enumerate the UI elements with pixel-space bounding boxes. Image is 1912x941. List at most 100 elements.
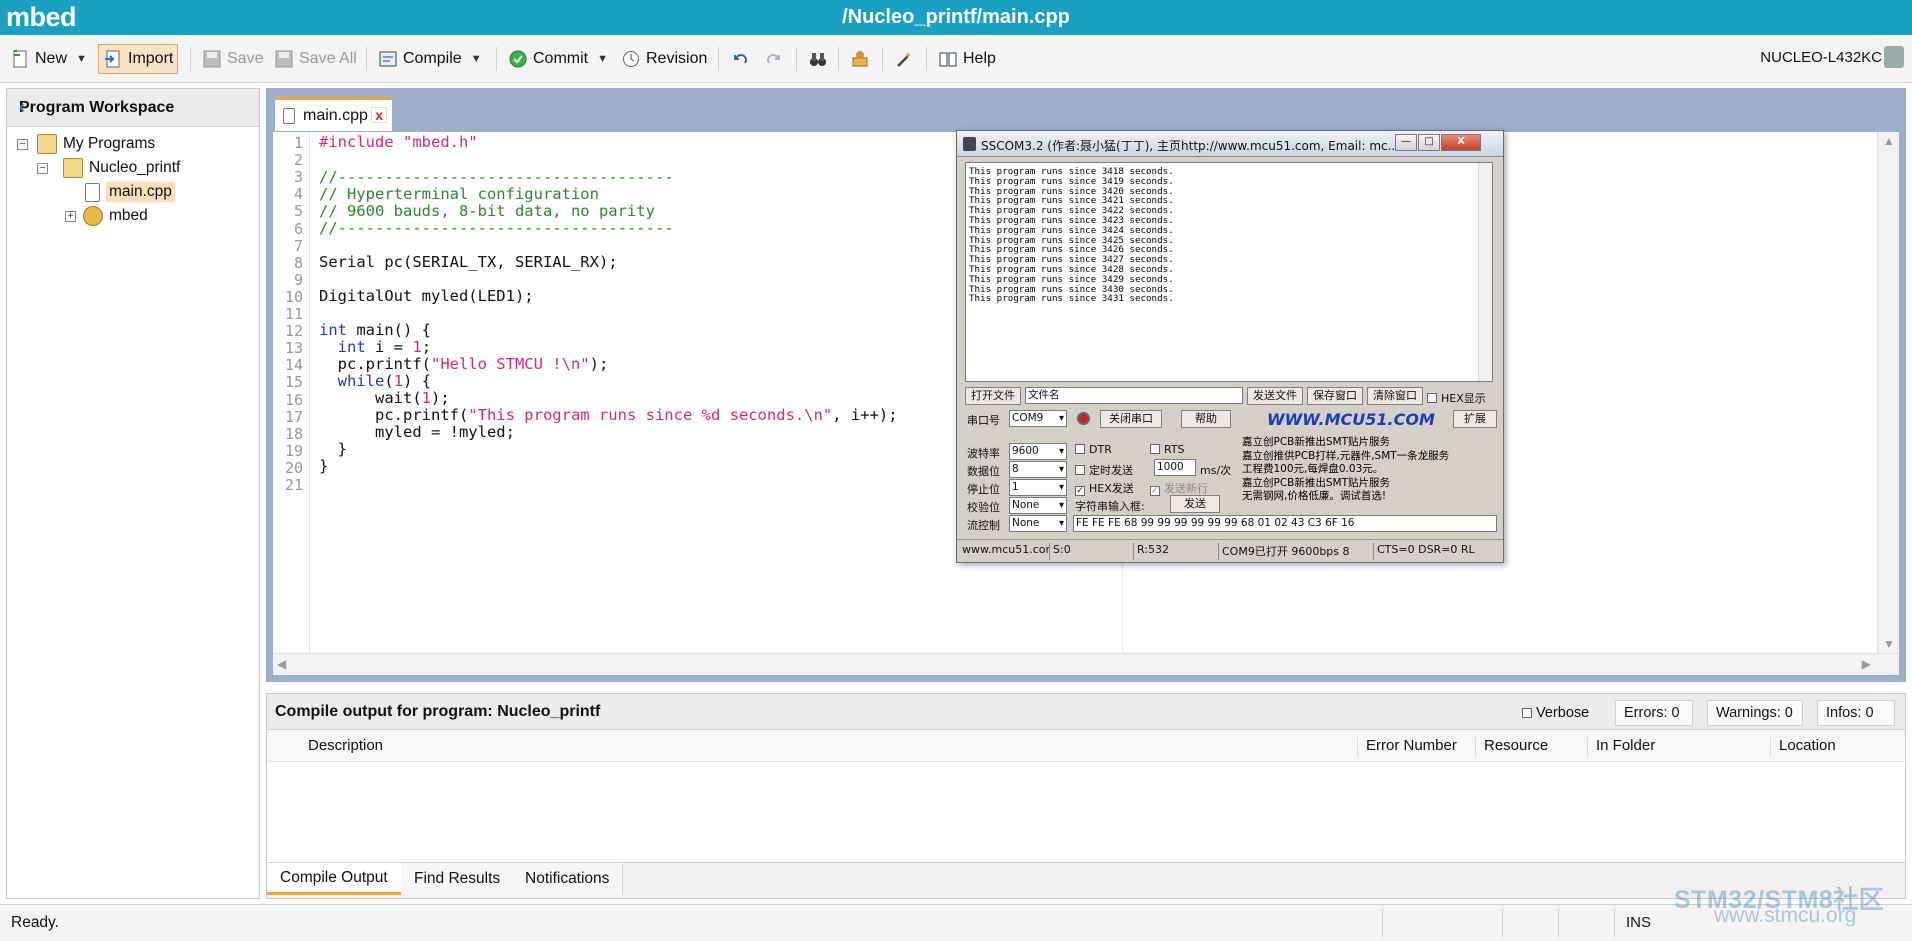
port-select[interactable]: COM9 [1009, 410, 1067, 427]
column-location[interactable]: Location [1770, 737, 1836, 757]
tab-compile-output[interactable]: Compile Output [267, 863, 402, 895]
toolbar-divider [190, 47, 191, 71]
ad-text: 嘉立创PCB新推出SMT贴片服务 嘉立创推供PCB打样,元器件,SMT一条龙服务… [1242, 436, 1450, 502]
chevron-down-icon[interactable]: ▼ [597, 53, 608, 65]
scroll-down-icon[interactable]: ▼ [1883, 637, 1895, 651]
verbose-checkbox[interactable]: Verbose [1514, 700, 1604, 726]
close-tab-icon[interactable]: x [371, 107, 387, 123]
scroll-up-icon[interactable]: ▲ [1883, 134, 1895, 148]
tab-find-results[interactable]: Find Results [401, 863, 515, 895]
line-number: 6 [293, 219, 303, 238]
commit-button[interactable]: Commit ▼ [504, 44, 612, 74]
timed-send-checkbox[interactable]: 定时发送 [1075, 462, 1133, 478]
line-number: 7 [293, 236, 303, 255]
find-button[interactable] [804, 44, 832, 74]
tree-item-program[interactable]: Nucleo_printf [63, 158, 180, 178]
cpp-file-icon [283, 107, 295, 124]
send-file-button[interactable]: 发送文件 [1247, 387, 1303, 405]
wand-button[interactable] [890, 44, 918, 74]
code-line: //------------------------------------ [319, 168, 674, 186]
hex-send-checkbox[interactable]: ✓ HEX发送 [1075, 480, 1134, 496]
warnings-count[interactable]: Warnings: 0 [1707, 700, 1803, 726]
errors-count[interactable]: Errors: 0 [1615, 700, 1693, 726]
help-button[interactable]: Help [934, 44, 1000, 74]
board-icon[interactable] [1884, 46, 1904, 68]
tree-item-main-cpp[interactable]: main.cpp [85, 182, 175, 202]
column-in-folder[interactable]: In Folder [1587, 737, 1655, 757]
output-columns: Description Error Number Resource In Fol… [267, 730, 1905, 762]
compile-output-panel: Compile output for program: Nucleo_print… [266, 693, 1906, 899]
status-text: Ready. [11, 914, 59, 931]
app-icon [963, 137, 976, 151]
maximize-icon[interactable]: □ [1418, 134, 1440, 151]
tree-item-mbed-lib[interactable]: mbed [83, 206, 148, 226]
line-number: 16 [284, 390, 303, 409]
compile-icon [378, 49, 398, 69]
new-button[interactable]: New ▼ [6, 44, 91, 74]
hex-display-checkbox[interactable]: HEX显示 [1427, 390, 1486, 406]
revision-button[interactable]: Revision [617, 44, 711, 74]
board-name[interactable]: NUCLEO-L432KC [1760, 49, 1882, 66]
minimize-icon[interactable]: — [1395, 134, 1417, 151]
chevron-down-icon[interactable]: ▼ [76, 53, 87, 65]
baud-select[interactable]: 9600 [1009, 443, 1067, 460]
site-link[interactable]: WWW.MCU51.COM [1267, 410, 1435, 429]
help-button[interactable]: 帮助 [1181, 410, 1231, 428]
output-header: Compile output for program: Nucleo_print… [267, 694, 1905, 730]
status-port: COM9已打开 9600bps 8 [1218, 543, 1350, 560]
chevron-down-icon[interactable]: ▼ [471, 53, 482, 65]
tree-item-my-programs[interactable]: My Programs [37, 134, 155, 154]
infos-count[interactable]: Infos: 0 [1817, 700, 1895, 726]
close-port-button[interactable]: 关闭串口 [1100, 410, 1162, 428]
line-number: 2 [293, 151, 303, 170]
toolbar-divider [882, 47, 883, 71]
flow-select[interactable]: None [1009, 515, 1067, 532]
column-error-number[interactable]: Error Number [1357, 737, 1457, 757]
undo-button[interactable] [726, 44, 754, 74]
line-number: 15 [284, 373, 303, 392]
rts-checkbox[interactable]: RTS [1150, 443, 1185, 456]
send-data-input[interactable]: FE FE FE 68 99 99 99 99 99 99 68 01 02 4… [1073, 515, 1497, 532]
save-all-button[interactable]: Save All [270, 44, 361, 74]
file-name-input[interactable]: 文件名 [1025, 387, 1243, 404]
vertical-scrollbar[interactable]: ▲ ▼ [1877, 132, 1899, 653]
open-file-button[interactable]: 打开文件 [965, 387, 1021, 405]
horizontal-scrollbar[interactable]: ◀ ▶ [273, 653, 1899, 675]
stop-bits-select[interactable]: 1 [1009, 479, 1067, 496]
undo-icon [730, 49, 750, 69]
send-button[interactable]: 发送 [1170, 495, 1220, 513]
send-newline-checkbox[interactable]: ✓ 发送新行 [1150, 480, 1208, 496]
line-number: 3 [293, 168, 303, 187]
baud-label: 波特率 [967, 447, 1000, 460]
expand-button[interactable]: 扩展 [1453, 410, 1497, 428]
collapse-toggle[interactable]: − [37, 163, 48, 174]
receive-scrollbar[interactable] [1478, 163, 1492, 381]
line-gutter: 1 2 3 4 5 6 7 8 9 10 11 12 13 14 15 16 17 18 19 20 21 [273, 132, 310, 653]
receive-area[interactable]: This program runs since 3418 seconds. Thi… [965, 162, 1493, 382]
compile-button[interactable]: Compile ▼ [374, 44, 486, 74]
format-button[interactable] [846, 44, 874, 74]
toolbar: New ▼ Import Save Save All Compile ▼ Commi… [0, 35, 1912, 83]
close-icon[interactable]: X [1441, 134, 1481, 151]
commit-icon [508, 49, 528, 69]
save-window-button[interactable]: 保存窗口 [1307, 387, 1363, 405]
save-button[interactable]: Save [198, 44, 267, 74]
scroll-right-icon[interactable]: ▶ [1862, 657, 1871, 671]
code-line: Serial pc(SERIAL_TX, SERIAL_RX); [319, 253, 618, 271]
data-bits-select[interactable]: 8 [1009, 461, 1067, 478]
parity-select[interactable]: None [1009, 497, 1067, 514]
clear-window-button[interactable]: 清除窗口 [1367, 387, 1423, 405]
tab-notifications[interactable]: Notifications [512, 863, 624, 895]
collapse-toggle[interactable]: − [17, 139, 28, 150]
dtr-checkbox[interactable]: DTR [1075, 443, 1112, 456]
column-description[interactable]: Description [300, 737, 383, 757]
redo-button[interactable] [760, 44, 788, 74]
tab-main-cpp[interactable]: main.cpp x [275, 97, 392, 131]
collapse-icon[interactable]: ‹ [19, 97, 249, 118]
interval-input[interactable]: 1000 [1154, 459, 1196, 476]
import-button[interactable]: Import [98, 44, 179, 74]
expand-toggle[interactable]: + [65, 211, 76, 222]
sscom-title-bar[interactable]: SSCOM3.2 (作者:聂小猛(丁丁), 主页http://www.mcu51… [957, 131, 1503, 157]
column-resource[interactable]: Resource [1475, 737, 1548, 757]
scroll-left-icon[interactable]: ◀ [277, 657, 286, 671]
